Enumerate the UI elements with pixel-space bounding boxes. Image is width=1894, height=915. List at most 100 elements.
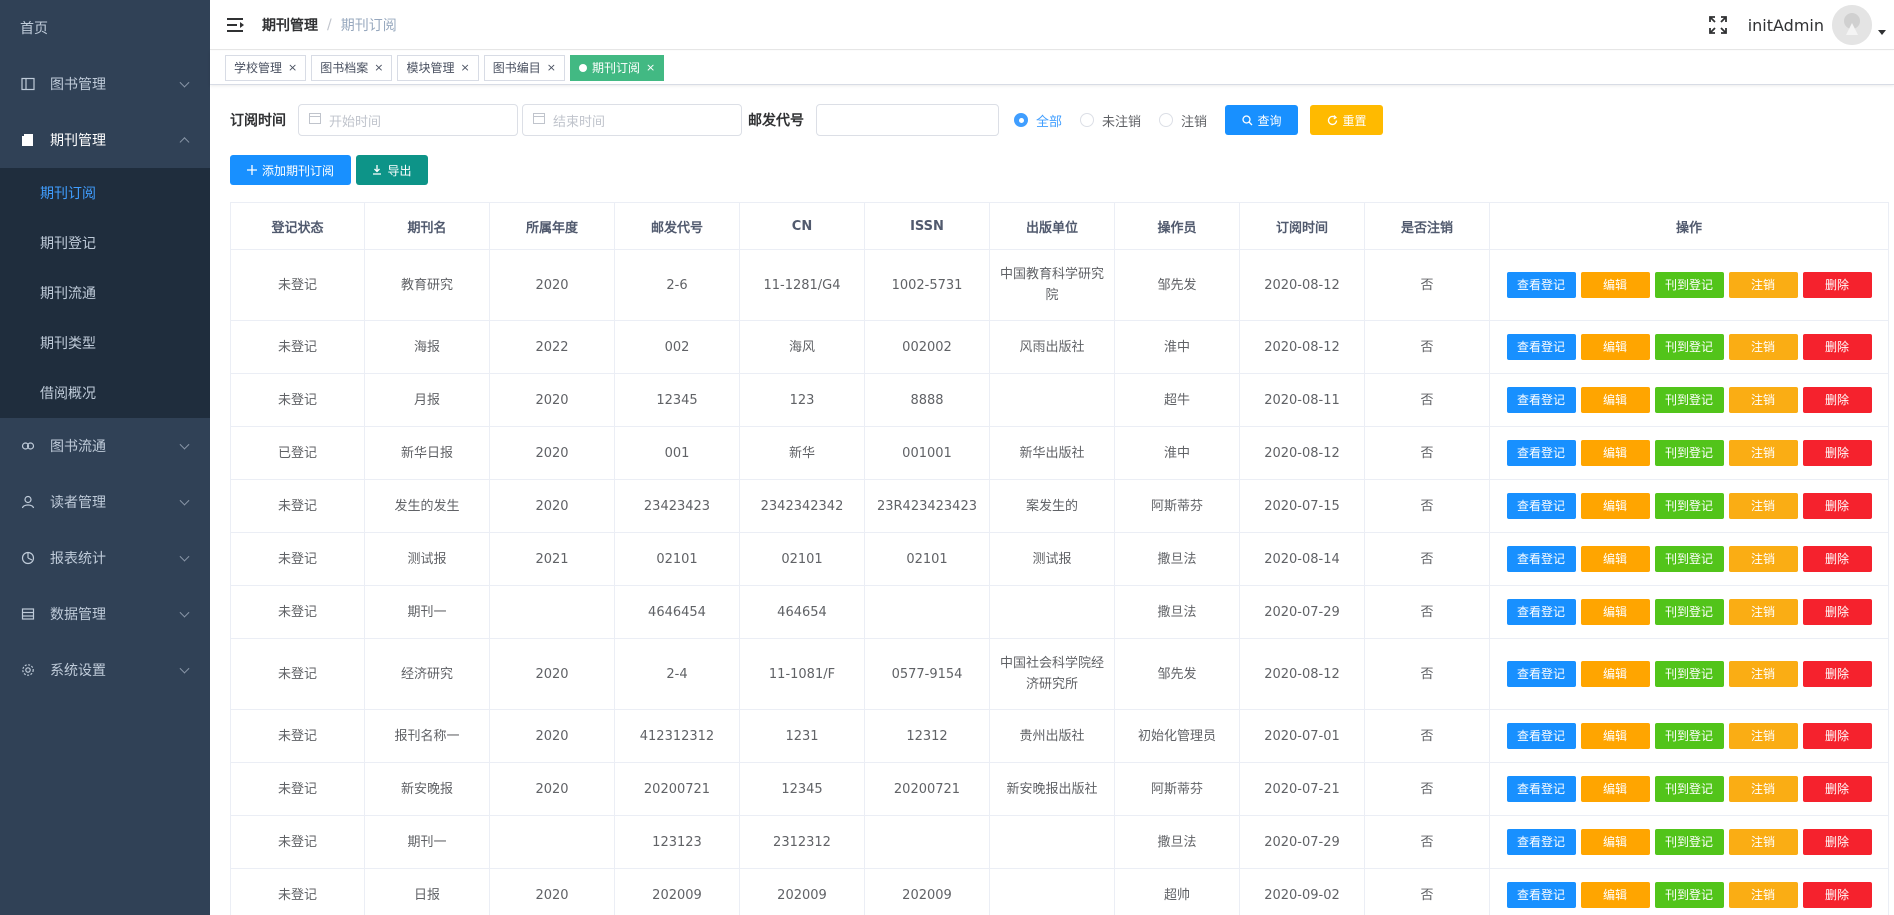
edit-button[interactable]: 编辑 (1580, 776, 1650, 802)
edit-button[interactable]: 编辑 (1580, 493, 1650, 519)
submenu-item-borrow-overview[interactable]: 借阅概况 (0, 368, 210, 418)
export-button[interactable]: 导出 (356, 155, 428, 185)
caret-down-icon[interactable] (1878, 29, 1886, 35)
arrival-registration-button[interactable]: 刊到登记 (1654, 829, 1724, 855)
view-registration-button[interactable]: 查看登记 (1506, 661, 1576, 687)
radio-not-cancelled[interactable]: 未注销 (1080, 111, 1141, 130)
view-registration-button[interactable]: 查看登记 (1506, 334, 1576, 360)
sidebar-item-reports[interactable]: 报表统计 (0, 530, 210, 586)
view-registration-button[interactable]: 查看登记 (1506, 829, 1576, 855)
delete-button[interactable]: 删除 (1802, 440, 1872, 466)
edit-button[interactable]: 编辑 (1580, 829, 1650, 855)
edit-button[interactable]: 编辑 (1580, 546, 1650, 572)
arrival-registration-button[interactable]: 刊到登记 (1654, 387, 1724, 413)
sidebar-item-journal-management[interactable]: 期刊管理 (0, 112, 210, 168)
view-registration-button[interactable]: 查看登记 (1506, 723, 1576, 749)
edit-button[interactable]: 编辑 (1580, 440, 1650, 466)
delete-button[interactable]: 删除 (1802, 599, 1872, 625)
edit-button[interactable]: 编辑 (1580, 661, 1650, 687)
arrival-registration-button[interactable]: 刊到登记 (1654, 334, 1724, 360)
cancel-subscription-button[interactable]: 注销 (1728, 546, 1798, 572)
sidebar-item-reader-management[interactable]: 读者管理 (0, 474, 210, 530)
tag-book-cataloging[interactable]: 图书编目 × (483, 54, 565, 81)
arrival-registration-button[interactable]: 刊到登记 (1654, 493, 1724, 519)
fullscreen-icon[interactable] (1708, 15, 1728, 35)
cancel-subscription-button[interactable]: 注销 (1728, 334, 1798, 360)
edit-button[interactable]: 编辑 (1580, 387, 1650, 413)
submenu-item-subscription[interactable]: 期刊订阅 (0, 168, 210, 218)
cancel-subscription-button[interactable]: 注销 (1728, 723, 1798, 749)
sidebar-item-data-management[interactable]: 数据管理 (0, 586, 210, 642)
arrival-registration-button[interactable]: 刊到登记 (1654, 272, 1724, 298)
tag-school-management[interactable]: 学校管理 × (225, 54, 307, 81)
edit-button[interactable]: 编辑 (1580, 882, 1650, 908)
close-icon[interactable]: × (646, 56, 655, 80)
view-registration-button[interactable]: 查看登记 (1506, 776, 1576, 802)
sidebar-item-book-management[interactable]: 图书管理 (0, 56, 210, 112)
close-icon[interactable]: × (288, 56, 297, 80)
delete-button[interactable]: 删除 (1802, 272, 1872, 298)
edit-button[interactable]: 编辑 (1580, 272, 1650, 298)
radio-all[interactable]: 全部 (1014, 111, 1062, 130)
sidebar-item-book-circulation[interactable]: 图书流通 (0, 418, 210, 474)
edit-button[interactable]: 编辑 (1580, 723, 1650, 749)
start-date-input[interactable]: 开始时间 (298, 104, 518, 136)
view-registration-button[interactable]: 查看登记 (1506, 546, 1576, 572)
search-button[interactable]: 查询 (1225, 105, 1299, 135)
arrival-registration-button[interactable]: 刊到登记 (1654, 661, 1724, 687)
view-registration-button[interactable]: 查看登记 (1506, 387, 1576, 413)
view-registration-button[interactable]: 查看登记 (1506, 493, 1576, 519)
cancel-subscription-button[interactable]: 注销 (1728, 776, 1798, 802)
close-icon[interactable]: × (374, 56, 383, 80)
edit-button[interactable]: 编辑 (1580, 334, 1650, 360)
arrival-registration-button[interactable]: 刊到登记 (1654, 882, 1724, 908)
reset-button[interactable]: 重置 (1310, 105, 1384, 135)
avatar[interactable] (1832, 5, 1872, 45)
username[interactable]: initAdmin (1748, 16, 1824, 35)
arrival-registration-button[interactable]: 刊到登记 (1654, 440, 1724, 466)
tag-module-management[interactable]: 模块管理 × (397, 54, 479, 81)
view-registration-button[interactable]: 查看登记 (1506, 272, 1576, 298)
view-registration-button[interactable]: 查看登记 (1506, 599, 1576, 625)
sidebar-item-home[interactable]: 首页 (0, 0, 210, 56)
arrival-registration-button[interactable]: 刊到登记 (1654, 546, 1724, 572)
hamburger-icon[interactable] (226, 15, 246, 35)
close-icon[interactable]: × (547, 56, 556, 80)
delete-button[interactable]: 删除 (1802, 661, 1872, 687)
sidebar-item-system-settings[interactable]: 系统设置 (0, 642, 210, 698)
row-actions-cell: 查看登记 编辑 刊到登记 注销 删除 (1489, 373, 1889, 427)
end-date-input[interactable]: 结束时间 (522, 104, 742, 136)
view-registration-button[interactable]: 查看登记 (1506, 882, 1576, 908)
breadcrumb-parent[interactable]: 期刊管理 (262, 15, 318, 35)
delete-button[interactable]: 删除 (1802, 882, 1872, 908)
tag-journal-subscription[interactable]: 期刊订阅 × (569, 54, 665, 81)
cancel-subscription-button[interactable]: 注销 (1728, 493, 1798, 519)
delete-button[interactable]: 删除 (1802, 546, 1872, 572)
cancel-subscription-button[interactable]: 注销 (1728, 599, 1798, 625)
edit-button[interactable]: 编辑 (1580, 599, 1650, 625)
arrival-registration-button[interactable]: 刊到登记 (1654, 599, 1724, 625)
submenu-item-registration[interactable]: 期刊登记 (0, 218, 210, 268)
delete-button[interactable]: 删除 (1802, 334, 1872, 360)
cancel-subscription-button[interactable]: 注销 (1728, 661, 1798, 687)
submenu-item-type[interactable]: 期刊类型 (0, 318, 210, 368)
delete-button[interactable]: 删除 (1802, 387, 1872, 413)
cancel-subscription-button[interactable]: 注销 (1728, 272, 1798, 298)
tag-book-archive[interactable]: 图书档案 × (311, 54, 393, 81)
delete-button[interactable]: 删除 (1802, 493, 1872, 519)
radio-cancelled[interactable]: 注销 (1159, 111, 1207, 130)
arrival-registration-button[interactable]: 刊到登记 (1654, 776, 1724, 802)
cancel-subscription-button[interactable]: 注销 (1728, 882, 1798, 908)
cancel-subscription-button[interactable]: 注销 (1728, 440, 1798, 466)
arrival-registration-button[interactable]: 刊到登记 (1654, 723, 1724, 749)
close-icon[interactable]: × (460, 56, 469, 80)
delete-button[interactable]: 删除 (1802, 776, 1872, 802)
add-subscription-button[interactable]: 添加期刊订阅 (230, 155, 351, 185)
delete-button[interactable]: 删除 (1802, 723, 1872, 749)
submenu-item-circulation[interactable]: 期刊流通 (0, 268, 210, 318)
cancel-subscription-button[interactable]: 注销 (1728, 387, 1798, 413)
postal-code-input[interactable] (816, 104, 999, 136)
cancel-subscription-button[interactable]: 注销 (1728, 829, 1798, 855)
delete-button[interactable]: 删除 (1802, 829, 1872, 855)
view-registration-button[interactable]: 查看登记 (1506, 440, 1576, 466)
